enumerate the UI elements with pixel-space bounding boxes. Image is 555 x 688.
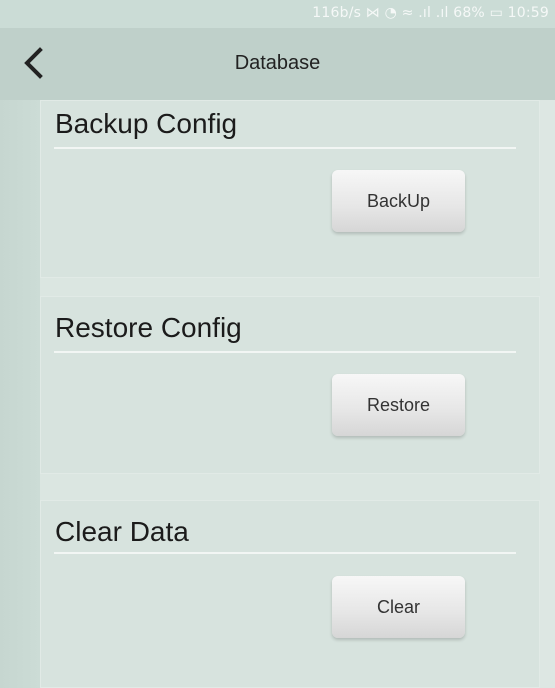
clear-button[interactable]: Clear <box>332 576 465 638</box>
clear-divider <box>54 552 516 554</box>
clear-data-card: Clear Data Clear <box>40 500 540 688</box>
status-bar: 116b/s ⋈ ◔ ≈ .ıl .ıl 68% ▭ 10:59 <box>0 0 555 28</box>
backup-divider <box>54 147 516 149</box>
backup-config-title: Backup Config <box>55 108 238 139</box>
backup-config-card: Backup Config BackUp <box>40 100 540 278</box>
right-edge <box>540 100 555 688</box>
left-strip <box>0 100 40 688</box>
restore-button[interactable]: Restore <box>332 374 465 436</box>
restore-config-title: Restore Config <box>55 312 242 343</box>
page-title: Database <box>234 52 321 74</box>
restore-divider <box>54 351 516 353</box>
restore-config-card: Restore Config Restore <box>40 296 540 474</box>
backup-button[interactable]: BackUp <box>332 170 465 232</box>
status-text: 116b/s ⋈ ◔ ≈ .ıl .ıl 68% ▭ 10:59 <box>312 5 549 21</box>
clear-data-title: Clear Data <box>55 516 189 547</box>
